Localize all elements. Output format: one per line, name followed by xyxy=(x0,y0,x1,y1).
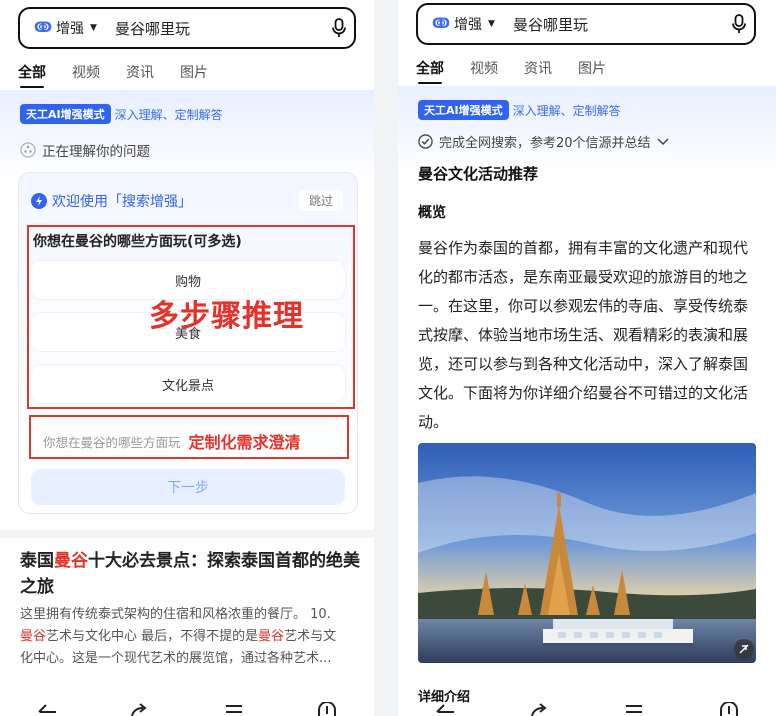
check-circle-icon xyxy=(418,134,433,149)
custom-need-input[interactable]: 你想在曼谷的哪些方面玩 定制化需求澄清 xyxy=(43,429,301,453)
home-icon[interactable] xyxy=(315,694,339,716)
next-step-button[interactable]: 下一步 xyxy=(31,469,345,505)
result-title-highlight: 曼谷 xyxy=(54,551,88,571)
chevron-down-icon: ▼ xyxy=(488,19,495,29)
result-title-part: 泰国 xyxy=(20,551,54,571)
tab-video[interactable]: 视频 xyxy=(72,62,100,88)
share-icon[interactable] xyxy=(128,694,152,716)
thinking-status: 正在理解你的问题 xyxy=(20,140,150,160)
summary-text: 完成全网搜索，参考20个信源并总结 xyxy=(439,136,651,151)
bottom-nav xyxy=(0,694,374,716)
tab-all[interactable]: 全部 xyxy=(416,58,444,84)
status-text: 正在理解你的问题 xyxy=(42,144,150,160)
answer-body: 曼谷作为泰国的首都，拥有丰富的文化遗产和现代化的都市活态，是东南亚最受欢迎的旅游… xyxy=(418,239,749,431)
search-mode-dropdown[interactable]: ↂ 增强 ▼ xyxy=(20,18,115,38)
tab-news[interactable]: 资讯 xyxy=(126,62,154,88)
ai-mode-subtitle: 深入理解、定制解答 xyxy=(512,103,621,118)
ai-mode-banner: 天工AI增强模式 深入理解、定制解答 xyxy=(20,104,223,124)
tab-images[interactable]: 图片 xyxy=(180,62,208,88)
section-divider xyxy=(0,530,374,538)
snippet-line: 曼谷艺术与文化中心 最后，不得不提的是曼谷艺术与文 xyxy=(20,626,360,648)
ai-mode-subtitle: 深入理解、定制解答 xyxy=(114,107,223,122)
back-icon[interactable] xyxy=(433,694,457,716)
ai-mode-badge: 天工AI增强模式 xyxy=(418,100,509,120)
search-input[interactable]: 曼谷哪里玩 xyxy=(513,14,724,35)
annotation-multistep-reasoning: 多步骤推理 xyxy=(149,299,304,334)
menu-icon[interactable] xyxy=(622,694,646,716)
search-bar[interactable]: ↂ 增强 ▼ 曼谷哪里玩 xyxy=(416,3,756,45)
snippet-text: 艺术与文 xyxy=(284,629,337,644)
survey-welcome-text: 欢迎使用「搜索增强」 xyxy=(52,194,192,210)
survey-welcome: 欢迎使用「搜索增强」 xyxy=(31,191,192,211)
home-icon[interactable] xyxy=(717,694,741,716)
snippet-highlight: 曼谷 xyxy=(258,629,285,644)
search-mode-label: 增强 xyxy=(56,21,85,37)
tab-images[interactable]: 图片 xyxy=(578,58,606,84)
snippet-text: 艺术与文化中心 最后，不得不提的是 xyxy=(46,629,259,644)
result-tabs: 全部 视频 资讯 图片 xyxy=(416,58,606,84)
snippet-highlight: 曼谷 xyxy=(20,629,47,644)
tab-news[interactable]: 资讯 xyxy=(524,58,552,84)
tab-video[interactable]: 视频 xyxy=(470,58,498,84)
tab-all[interactable]: 全部 xyxy=(18,62,46,88)
annotation-custom-clarification: 定制化需求澄清 xyxy=(188,433,301,452)
survey-question: 你想在曼谷的哪些方面玩(可多选) xyxy=(33,234,242,250)
microphone-icon[interactable] xyxy=(324,18,354,38)
chevron-down-icon xyxy=(657,137,669,145)
custom-input-placeholder: 你想在曼谷的哪些方面玩 xyxy=(43,434,181,450)
bottom-nav xyxy=(398,694,776,716)
ai-mode-badge: 天工AI增强模式 xyxy=(20,104,111,124)
search-input[interactable]: 曼谷哪里玩 xyxy=(115,18,324,39)
snippet-line: 这里拥有传统泰式架构的住宿和风格浓重的餐厅。 10. xyxy=(20,607,331,622)
search-mode-label: 增强 xyxy=(454,17,483,33)
result-title-link[interactable]: 泰国曼谷十大必去景点：探索泰国首都的绝美之旅 xyxy=(20,548,360,600)
temple-photo[interactable] xyxy=(418,443,756,663)
result-tabs: 全部 视频 资讯 图片 xyxy=(18,62,208,88)
clarification-card: 欢迎使用「搜索增强」 跳过 你想在曼谷的哪些方面玩(可多选) 购物 美食 文化景… xyxy=(18,172,358,514)
back-icon[interactable] xyxy=(35,694,59,716)
ai-mode-banner: 天工AI增强模式 深入理解、定制解答 xyxy=(418,100,621,120)
share-icon[interactable] xyxy=(528,694,552,716)
microphone-icon[interactable] xyxy=(724,14,754,34)
result-snippet: 这里拥有传统泰式架构的住宿和风格浓重的餐厅。 10. 曼谷艺术与文化中心 最后，… xyxy=(20,604,360,670)
ai-logo-icon: ↂ xyxy=(34,20,53,36)
option-culture[interactable]: 文化景点 xyxy=(31,365,345,403)
snippet-line: 化中心。这是一个现代艺术的展览馆，通过各种艺术... xyxy=(20,651,332,666)
panel-gutter xyxy=(374,0,398,716)
answer-subheading: 概览 xyxy=(418,205,446,221)
search-summary-toggle[interactable]: 完成全网搜索，参考20个信源并总结 xyxy=(418,132,669,151)
loading-icon xyxy=(20,142,36,158)
search-mode-dropdown[interactable]: ↂ 增强 ▼ xyxy=(418,14,513,34)
skip-button[interactable]: 跳过 xyxy=(298,190,343,211)
search-bar[interactable]: ↂ 增强 ▼ 曼谷哪里玩 xyxy=(18,7,356,49)
lightning-icon xyxy=(31,193,47,209)
menu-icon[interactable] xyxy=(222,694,246,716)
left-screen: ↂ 增强 ▼ 曼谷哪里玩 全部 视频 资讯 图片 天工AI增强模式 深入理解、定… xyxy=(0,0,374,716)
right-screen: ↂ 增强 ▼ 曼谷哪里玩 全部 视频 资讯 图片 天工AI增强模式 深入理解、定… xyxy=(398,0,776,716)
chevron-down-icon: ▼ xyxy=(90,23,97,33)
ai-logo-icon: ↂ xyxy=(432,16,451,32)
answer-heading: 曼谷文化活动推荐 xyxy=(418,165,539,183)
